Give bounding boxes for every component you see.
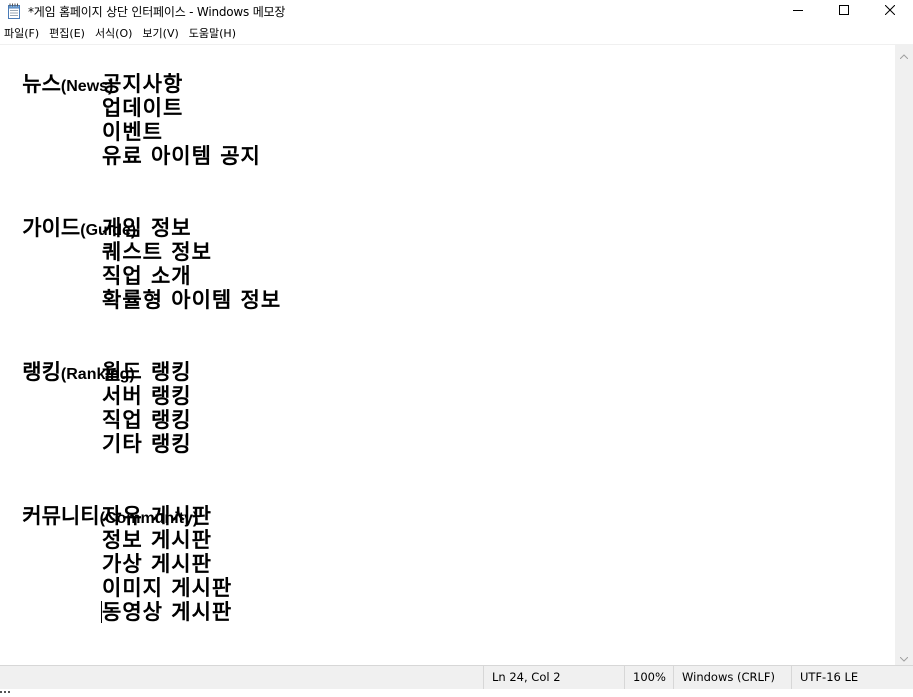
list-item: 기타 랭킹: [102, 432, 192, 456]
status-cursor-position: Ln 24, Col 2: [483, 666, 624, 689]
list-item: 동영상 게시판: [102, 600, 233, 624]
text-editor[interactable]: 뉴스(News) 공지사항 업데이트 이벤트 유료 아이템 공지 가이드(Gui…: [0, 45, 895, 665]
menu-help[interactable]: 도움말(H): [184, 23, 241, 44]
list-item: 정보 게시판: [102, 528, 212, 552]
status-bar: Ln 24, Col 2 100% Windows (CRLF) UTF-16 …: [0, 665, 913, 693]
maximize-icon: [839, 4, 849, 18]
close-icon: [884, 4, 896, 18]
list-item: 이벤트: [102, 120, 163, 144]
section-heading: 커뮤니티(Community): [0, 480, 198, 528]
list-item: 가상 게시판: [102, 552, 212, 576]
maximize-button[interactable]: [821, 0, 867, 22]
list-item: 자유 게시판: [102, 504, 212, 528]
scroll-up-button[interactable]: [895, 45, 913, 62]
list-item: 월드 랭킹: [102, 360, 192, 384]
list-item: 게임 정보: [102, 216, 192, 240]
minimize-icon: [793, 4, 803, 18]
scroll-down-icon: [899, 647, 909, 666]
list-item: 직업 소개: [102, 264, 192, 288]
list-item: 직업 랭킹: [102, 408, 192, 432]
list-item: 확률형 아이템 정보: [102, 288, 282, 312]
status-encoding: UTF-16 LE: [791, 666, 913, 689]
section-heading-ko: 뉴스: [22, 72, 61, 96]
close-button[interactable]: [867, 0, 913, 22]
minimize-button[interactable]: [775, 0, 821, 22]
title-bar[interactable]: *게임 홈페이지 상단 인터페이스 - Windows 메모장: [0, 0, 913, 22]
section-heading: 랭킹(Ranking): [0, 336, 134, 384]
resize-grip-icon: [0, 683, 14, 693]
section-heading-ko: 랭킹: [22, 360, 61, 384]
menu-file[interactable]: 파일(F): [0, 23, 44, 44]
list-item: 업데이트: [102, 96, 184, 120]
list-item: 유료 아이템 공지: [102, 144, 261, 168]
scroll-up-icon: [899, 44, 909, 63]
section-heading: 가이드(Guide): [0, 192, 136, 240]
list-item: 퀘스트 정보: [102, 240, 212, 264]
status-zoom: 100%: [624, 666, 671, 689]
window-title: *게임 홈페이지 상단 인터페이스 - Windows 메모장: [28, 4, 286, 19]
menu-edit[interactable]: 편집(E): [44, 23, 90, 44]
menu-format[interactable]: 서식(O): [90, 23, 137, 44]
vertical-scrollbar[interactable]: [895, 45, 913, 665]
text-cursor: [101, 601, 102, 623]
window-controls: [775, 0, 913, 22]
section-heading-ko: 커뮤니티: [22, 504, 100, 528]
list-item: 공지사항: [102, 72, 184, 96]
scroll-down-button[interactable]: [895, 648, 913, 665]
notepad-icon: [7, 3, 21, 19]
menu-view[interactable]: 보기(V): [137, 23, 183, 44]
status-line-ending: Windows (CRLF): [673, 666, 790, 689]
list-item: 이미지 게시판: [102, 576, 233, 600]
section-heading-ko: 가이드: [22, 216, 81, 240]
list-item: 서버 랭킹: [102, 384, 192, 408]
menu-bar: 파일(F) 편집(E) 서식(O) 보기(V) 도움말(H): [0, 23, 913, 45]
section-heading: 뉴스(News): [0, 48, 113, 96]
